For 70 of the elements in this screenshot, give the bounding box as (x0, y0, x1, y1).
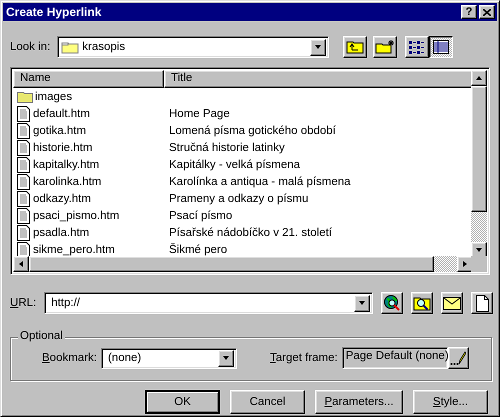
group-legend: Optional (18, 330, 65, 342)
file-name[interactable]: odkazy.htm (33, 192, 91, 204)
browse-file-button[interactable] (411, 292, 434, 314)
help-button[interactable]: ? (461, 5, 477, 19)
window-title: Create Hyperlink (6, 5, 102, 19)
look-in-label: Look in: (10, 41, 50, 53)
column-header[interactable]: Title (164, 70, 474, 88)
page-title: Prameny a odkazy o písmu (169, 192, 308, 204)
file-name[interactable]: psadla.htm (33, 226, 90, 238)
document-icon (17, 174, 31, 190)
page-title: Písařské nádobíčko v 21. století (169, 226, 332, 238)
target-frame-field: Page Default (none) (342, 347, 448, 369)
file-name[interactable]: default.htm (33, 108, 90, 120)
up-folder-button[interactable] (343, 36, 368, 58)
page-title: Šikmé pero (169, 244, 228, 256)
new-page-button[interactable] (471, 292, 494, 314)
new-folder-icon (375, 40, 396, 54)
folder-name: krasopis (81, 41, 126, 53)
look-in-dropdown[interactable]: krasopis (57, 36, 330, 58)
url-value: http:// (50, 297, 81, 309)
envelope-icon (443, 296, 462, 310)
file-name[interactable]: kapitalky.htm (33, 158, 100, 170)
email-button[interactable] (441, 292, 464, 314)
document-icon (17, 106, 31, 122)
bookmark-dropdown[interactable]: (none) (100, 348, 237, 368)
document-icon (17, 156, 31, 172)
target-frame-label: Target frame: (270, 352, 338, 364)
dialog-button[interactable]: Style... (413, 390, 488, 414)
list-view-icon (408, 40, 426, 54)
file-name[interactable]: karolinka.htm (33, 176, 102, 188)
file-name[interactable]: images (35, 90, 72, 102)
file-name[interactable]: gotika.htm (33, 124, 86, 136)
folder-icon (61, 40, 80, 54)
page-title: Stručná historie latinky (169, 142, 285, 154)
file-name[interactable]: psaci_pismo.htm (33, 210, 120, 222)
file-name[interactable]: sikme_pero.htm (33, 244, 115, 256)
browse-web-button[interactable] (381, 292, 404, 314)
document-icon (17, 224, 31, 240)
document-icon (17, 242, 31, 258)
page-title: Lomená písma gotického období (169, 124, 336, 136)
new-folder-button[interactable] (373, 36, 398, 58)
up-folder-icon (346, 40, 364, 54)
pencil-icon (450, 350, 466, 366)
page-title: Home Page (169, 108, 230, 120)
document-icon (17, 122, 31, 138)
page-title: Karolínka a antiqua - malá písmena (169, 176, 351, 188)
url-field[interactable]: http:// (44, 292, 374, 314)
vertical-scrollbar[interactable] (471, 70, 487, 258)
dialog-button[interactable]: Cancel (230, 390, 305, 414)
bookmark-value: (none) (106, 352, 142, 364)
url-label: URL: (10, 297, 36, 309)
file-name[interactable]: historie.htm (33, 142, 92, 154)
details-view-icon (433, 40, 450, 54)
page-title: Psací písmo (169, 210, 232, 222)
dialog-button[interactable]: Parameters... (315, 390, 403, 414)
globe-search-icon (383, 294, 402, 312)
column-header[interactable]: Name (13, 70, 164, 88)
document-icon (17, 190, 31, 206)
close-button[interactable] (479, 5, 495, 19)
page-title: Kapitálky - velká písmena (169, 158, 300, 170)
document-icon (17, 140, 31, 156)
list-view-button[interactable] (405, 36, 430, 58)
close-icon (483, 8, 491, 16)
bookmark-label: Bookmark: (42, 352, 97, 364)
document-icon (17, 208, 31, 224)
horizontal-scrollbar[interactable] (13, 256, 473, 272)
edit-button[interactable] (448, 347, 469, 369)
dialog-button[interactable]: OK (145, 390, 220, 414)
blank-page-icon (476, 294, 489, 312)
details-view-button[interactable] (429, 36, 454, 58)
